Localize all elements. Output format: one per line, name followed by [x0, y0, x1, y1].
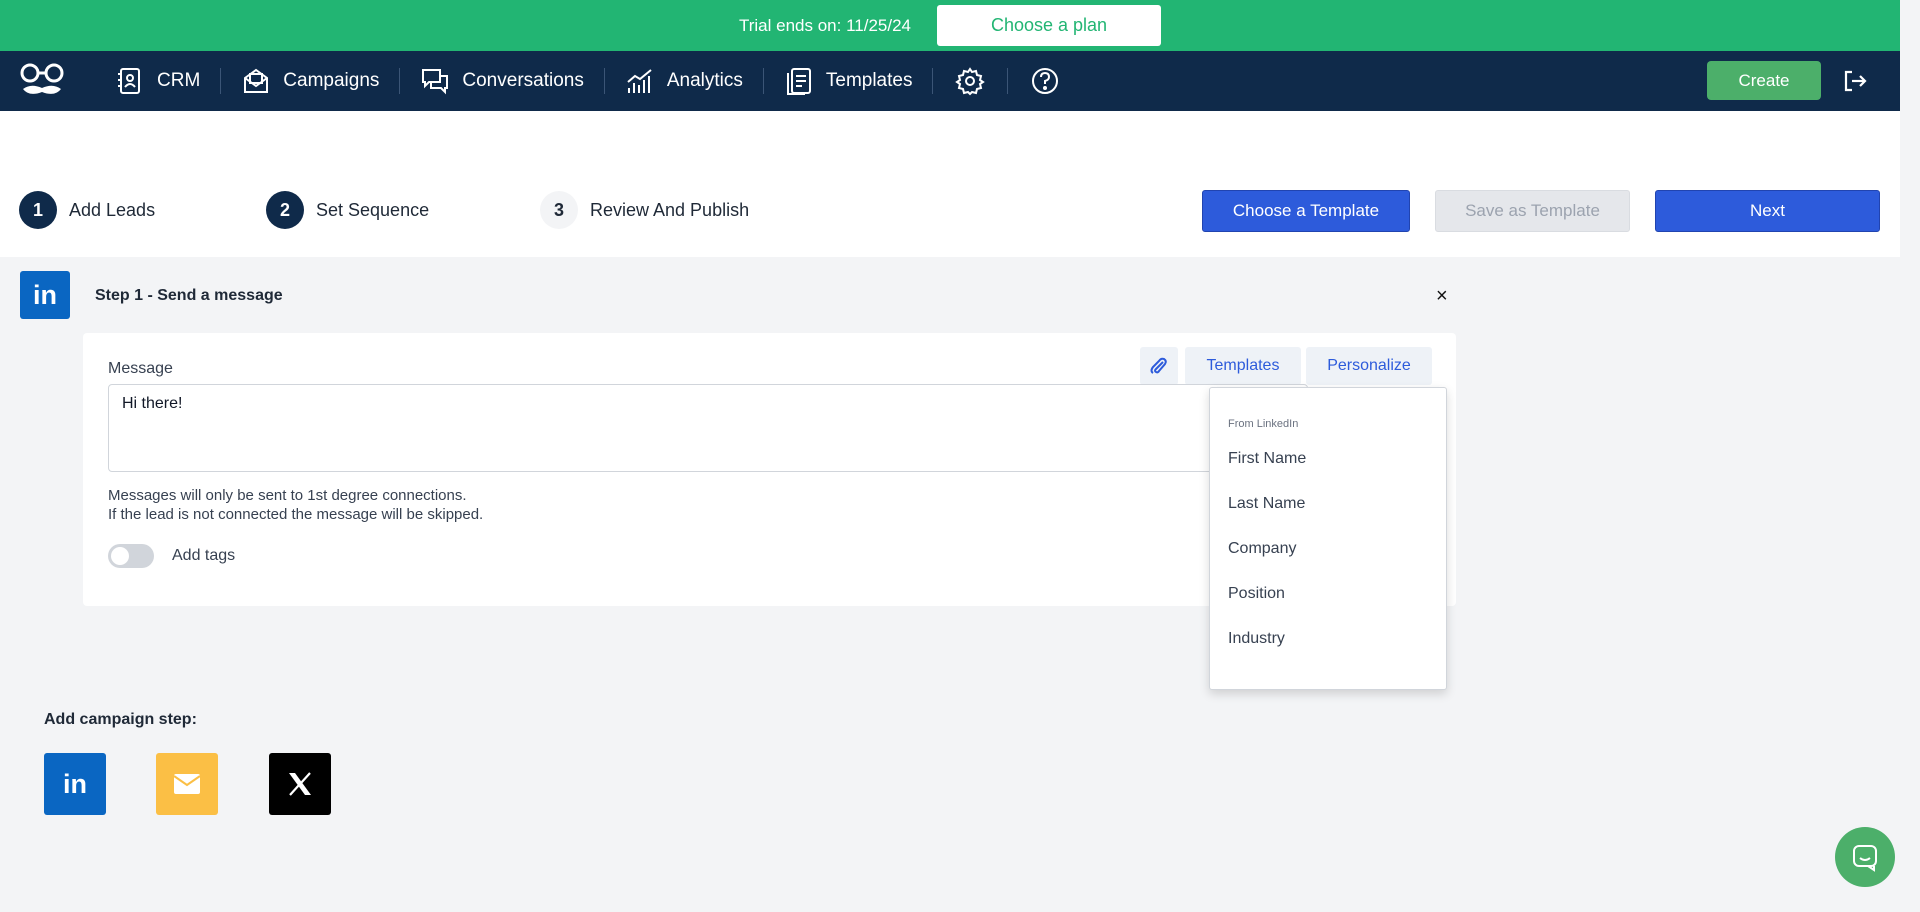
message-textarea[interactable]: Hi there! — [108, 384, 1308, 472]
steps-bar: 1 Add Leads 2 Set Sequence 3 Review And … — [0, 111, 1900, 257]
top-nav: CRM Campaigns Conversations Analytics Te… — [0, 51, 1900, 111]
email-icon — [173, 774, 201, 794]
hint-line: Messages will only be sent to 1st degree… — [108, 487, 467, 504]
message-hint: Messages will only be sent to 1st degree… — [108, 486, 483, 524]
gear-icon — [955, 67, 986, 96]
personalize-dropdown: From LinkedIn First Name Last Name Compa… — [1209, 387, 1447, 690]
chat-support-button[interactable] — [1835, 827, 1895, 887]
step-label: Set Sequence — [316, 199, 430, 220]
step-add-leads[interactable]: 1 Add Leads — [19, 191, 155, 229]
personalize-tab[interactable]: Personalize — [1306, 347, 1432, 385]
nav-conversations[interactable]: Conversations — [400, 51, 603, 111]
analytics-icon — [627, 69, 652, 93]
save-template-button[interactable]: Save as Template — [1435, 190, 1630, 232]
dropdown-item-position[interactable]: Position — [1228, 585, 1285, 603]
linkedin-step-badge: in — [20, 271, 70, 319]
add-tags-toggle[interactable] — [108, 544, 154, 568]
nav-label: Campaigns — [283, 70, 380, 91]
step-review-publish[interactable]: 3 Review And Publish — [540, 191, 749, 229]
nav-label: Conversations — [462, 70, 584, 91]
conversations-icon — [422, 69, 449, 95]
nav-label: Analytics — [666, 70, 743, 91]
dropdown-item-last-name[interactable]: Last Name — [1228, 495, 1305, 513]
dropdown-item-first-name[interactable]: First Name — [1228, 450, 1306, 468]
nav-crm[interactable]: CRM — [95, 51, 220, 111]
logo-icon[interactable] — [17, 61, 67, 101]
step-number: 1 — [19, 191, 57, 229]
page: Trial ends on: 11/25/24 Choose a plan CR… — [0, 0, 1920, 912]
nav-campaigns[interactable]: Campaigns — [221, 51, 399, 111]
crm-icon — [118, 68, 140, 94]
nav-label: CRM — [157, 70, 201, 91]
close-step-icon[interactable]: × — [1436, 286, 1448, 306]
nav-settings[interactable] — [933, 51, 1007, 111]
step-label: Add Leads — [69, 199, 156, 220]
step-label: Review And Publish — [590, 199, 750, 220]
nav-help[interactable] — [1008, 51, 1082, 111]
choose-template-button[interactable]: Choose a Template — [1202, 190, 1410, 232]
templates-icon — [786, 68, 811, 95]
add-linkedin-step-button[interactable]: in — [44, 753, 106, 815]
step-title: Step 1 - Send a message — [95, 287, 283, 304]
add-x-step-button[interactable] — [269, 753, 331, 815]
add-email-step-button[interactable] — [156, 753, 218, 815]
chat-icon — [1853, 845, 1877, 872]
next-button[interactable]: Next — [1655, 190, 1880, 232]
templates-tab[interactable]: Templates — [1185, 347, 1301, 385]
nav-label: Templates — [825, 70, 913, 91]
dropdown-item-company[interactable]: Company — [1228, 540, 1296, 558]
linkedin-icon: in — [33, 279, 57, 310]
nav-templates[interactable]: Templates — [764, 51, 933, 111]
step-number: 2 — [266, 191, 304, 229]
x-logo-icon — [289, 772, 311, 796]
step-set-sequence[interactable]: 2 Set Sequence — [266, 191, 429, 229]
paperclip-icon — [1150, 357, 1167, 374]
dropdown-item-industry[interactable]: Industry — [1228, 630, 1285, 648]
campaigns-icon — [244, 68, 269, 93]
add-tags-label: Add tags — [172, 547, 236, 564]
add-campaign-step-label: Add campaign step: — [44, 711, 197, 728]
linkedin-icon: in — [63, 768, 87, 799]
help-icon — [1032, 68, 1059, 94]
logout-icon[interactable] — [1842, 68, 1868, 94]
toggle-knob — [111, 547, 129, 565]
hint-line: If the lead is not connected the message… — [108, 506, 484, 523]
step-number: 3 — [540, 191, 578, 229]
trial-text: Trial ends on: 11/25/24 — [738, 15, 911, 35]
message-label: Message — [108, 360, 173, 377]
choose-plan-button[interactable]: Choose a plan — [937, 5, 1161, 46]
create-button[interactable]: Create — [1707, 61, 1821, 100]
nav-analytics[interactable]: Analytics — [605, 51, 763, 111]
trial-banner: Trial ends on: 11/25/24 Choose a plan — [0, 0, 1900, 51]
attach-button[interactable] — [1140, 347, 1178, 385]
dropdown-header: From LinkedIn — [1228, 418, 1299, 430]
